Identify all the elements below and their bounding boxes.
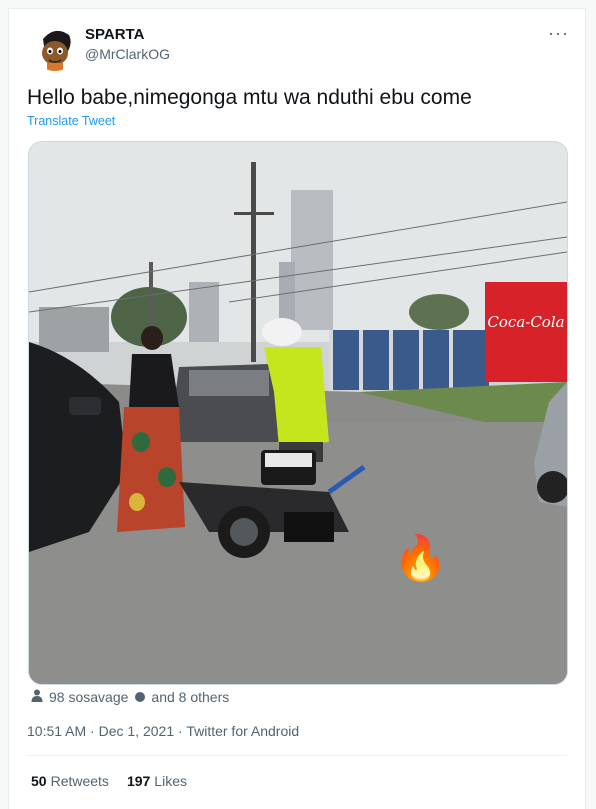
tagged-others[interactable]: and 8 others — [151, 689, 229, 705]
billboard-text: Coca-Cola — [487, 313, 564, 331]
divider — [27, 755, 567, 756]
engagement-stats: 50 Retweets 197 Likes — [31, 773, 187, 789]
likes-label: Likes — [154, 773, 187, 789]
user-status-dot-icon — [135, 692, 146, 702]
likes-count: 197 — [126, 773, 151, 789]
likes-stat[interactable]: 197 Likes — [127, 773, 187, 789]
fire-emoji: 🔥 — [393, 534, 448, 583]
user-display-name[interactable]: SPARTA — [85, 26, 144, 43]
tweet-timestamp: 10:51 AM · Dec 1, 2021 · Twitter for And… — [27, 723, 299, 739]
tweet-date[interactable]: Dec 1, 2021 — [99, 723, 175, 739]
separator-dot: · — [178, 723, 183, 739]
retweets-label: Retweets — [50, 773, 109, 789]
retweets-count: 50 — [31, 773, 47, 789]
tweet-text: Hello babe,nimegonga mtu wa nduthi ebu c… — [27, 86, 472, 109]
separator-dot: · — [90, 723, 95, 739]
tagged-first-user[interactable]: 98 sosavage — [49, 689, 128, 705]
tweet-photo[interactable]: Coca-Cola 🔥 — [28, 141, 568, 685]
tweet-card: SPARTA @MrClarkOG ··· Hello babe,nimegon… — [8, 8, 586, 809]
person-icon — [31, 689, 43, 705]
tagged-users[interactable]: 98 sosavage and 8 others — [31, 689, 229, 705]
tweet-source[interactable]: Twitter for Android — [186, 723, 299, 739]
retweets-stat[interactable]: 50 Retweets — [31, 773, 109, 789]
accident-scene-photo: Coca-Cola — [29, 142, 567, 684]
more-options-icon[interactable]: ··· — [548, 23, 569, 44]
user-avatar[interactable] — [31, 23, 79, 71]
avatar-illustration — [31, 23, 79, 71]
tweet-time[interactable]: 10:51 AM — [27, 723, 86, 739]
user-handle[interactable]: @MrClarkOG — [85, 46, 170, 62]
translate-tweet-link[interactable]: Translate Tweet — [27, 114, 115, 128]
